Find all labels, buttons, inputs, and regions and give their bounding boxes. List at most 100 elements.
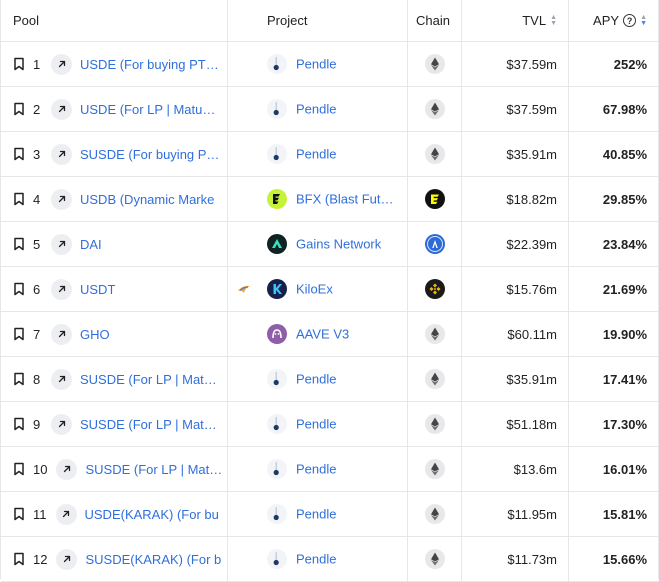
pool-name-link[interactable]: SUSDE (For LP | Mat… [80, 372, 227, 387]
bookmark-icon[interactable] [13, 57, 33, 71]
arbitrum-chain-icon[interactable] [424, 234, 445, 254]
column-header-apy[interactable]: APY ? ▲ ▼ [568, 0, 659, 41]
ethereum-chain-icon[interactable] [424, 549, 445, 569]
table-row[interactable]: 1 USDE (For buying PT… Pendle $37.59m 252% [1, 42, 659, 87]
arrow-up-right-icon[interactable] [51, 368, 72, 390]
rank-number: 6 [33, 281, 41, 297]
sort-icon[interactable]: ▲ ▼ [550, 14, 557, 27]
tvl-cell: $35.91m [461, 357, 568, 401]
column-header-tvl-label[interactable]: TVL [522, 13, 546, 28]
ethereum-chain-icon[interactable] [424, 144, 445, 164]
tvl-cell: $11.73m [461, 537, 568, 581]
ethereum-chain-icon[interactable] [424, 504, 445, 524]
table-header: Pool Project Chain TVL ▲ ▼ APY ? ▲ ▼ [1, 0, 659, 42]
bookmark-icon[interactable] [13, 192, 33, 206]
ethereum-chain-icon[interactable] [424, 459, 445, 479]
project-name-link[interactable]: BFX (Blast Fut… [296, 192, 394, 207]
table-row[interactable]: 7 GHO AAVE V3 $60.11m 19.90% [1, 312, 659, 357]
bookmark-icon[interactable] [13, 507, 33, 521]
aave-logo-icon [267, 324, 287, 344]
apy-cell: 21.69% [568, 267, 659, 311]
arrow-up-right-icon[interactable] [51, 323, 72, 345]
pool-name-link[interactable]: GHO [80, 327, 227, 342]
arrow-up-right-icon[interactable] [51, 53, 72, 75]
bookmark-icon[interactable] [13, 147, 33, 161]
table-row[interactable]: 9 SUSDE (For LP | Mat… Pendle $51.18m 17.30% [1, 402, 659, 447]
arrow-up-right-icon[interactable] [56, 548, 78, 570]
project-name-link[interactable]: Gains Network [296, 237, 381, 252]
table-row[interactable]: 5 DAI Gains Network $22.39m 23.84% [1, 222, 659, 267]
bookmark-icon[interactable] [13, 552, 33, 566]
pool-name-link[interactable]: USDT [80, 282, 227, 297]
project-name-link[interactable]: Pendle [296, 552, 336, 567]
arrow-up-right-icon[interactable] [51, 188, 72, 210]
arrow-up-right-icon[interactable] [51, 143, 72, 165]
chain-cell [407, 537, 461, 581]
ethereum-chain-icon[interactable] [424, 324, 445, 344]
tvl-cell: $37.59m [461, 42, 568, 86]
table-row[interactable]: 12 SUSDE(KARAK) (For b Pendle $11.73m 15.66% [1, 537, 659, 582]
bookmark-icon[interactable] [13, 282, 33, 296]
pool-name-link[interactable]: SUSDE (For buying P… [80, 147, 227, 162]
arrow-up-right-icon[interactable] [55, 503, 77, 525]
table-row[interactable]: 6 USDT KiloEx $15.76m 21.69% [1, 267, 659, 312]
ethereum-chain-icon[interactable] [424, 99, 445, 119]
ethereum-chain-icon[interactable] [424, 414, 445, 434]
pendle-logo-icon [267, 144, 287, 164]
arrow-up-right-icon[interactable] [51, 98, 72, 120]
project-name-link[interactable]: Pendle [296, 417, 336, 432]
chain-cell [407, 357, 461, 401]
table-row[interactable]: 4 USDB (Dynamic Marke BFX (Blast Fut… $18.8… [1, 177, 659, 222]
blast-chain-icon[interactable] [424, 189, 445, 209]
project-cell: BFX (Blast Fut… [227, 177, 407, 221]
bookmark-icon[interactable] [13, 417, 33, 431]
pool-name-link[interactable]: USDB (Dynamic Marke [80, 192, 227, 207]
apy-value: 23.84% [602, 236, 647, 252]
sort-icon[interactable]: ▲ ▼ [640, 14, 647, 27]
project-name-link[interactable]: Pendle [296, 57, 336, 72]
bookmark-icon[interactable] [13, 327, 33, 341]
table-row[interactable]: 3 SUSDE (For buying P… Pendle $35.91m 40.85% [1, 132, 659, 177]
pool-name-link[interactable]: SUSDE (For LP | Mat… [80, 417, 227, 432]
ethereum-chain-icon[interactable] [424, 369, 445, 389]
project-name-link[interactable]: Pendle [296, 462, 336, 477]
bookmark-icon[interactable] [13, 372, 33, 386]
chain-cell [407, 492, 461, 536]
table-row[interactable]: 2 USDE (For LP | Matu… Pendle $37.59m 67.98% [1, 87, 659, 132]
project-name-link[interactable]: Pendle [296, 507, 336, 522]
apy-value: 40.85% [602, 146, 647, 162]
table-row[interactable]: 10 SUSDE (For LP | Mat… Pendle $13.6m 16.01% [1, 447, 659, 492]
arrow-up-right-icon[interactable] [51, 413, 72, 435]
bookmark-icon[interactable] [13, 462, 33, 476]
project-name-link[interactable]: AAVE V3 [296, 327, 349, 342]
table-row[interactable]: 8 SUSDE (For LP | Mat… Pendle $35.91m 17.41% [1, 357, 659, 402]
pool-name-link[interactable]: SUSDE(KARAK) (For b [85, 552, 227, 567]
column-header-apy-label[interactable]: APY [593, 13, 619, 28]
pool-name-link[interactable]: USDE(KARAK) (For bu [85, 507, 228, 522]
bsc-chain-icon[interactable] [424, 279, 445, 299]
project-name-link[interactable]: Pendle [296, 102, 336, 117]
pendle-logo-icon [267, 54, 287, 74]
project-name-link[interactable]: KiloEx [296, 282, 333, 297]
pool-name-link[interactable]: DAI [80, 237, 227, 252]
apy-cell: 15.81% [568, 492, 659, 536]
pool-name-link[interactable]: USDE (For buying PT… [80, 57, 227, 72]
table-row[interactable]: 11 USDE(KARAK) (For bu Pendle $11.95m 15.81% [1, 492, 659, 537]
apy-cell: 16.01% [568, 447, 659, 491]
pool-name-link[interactable]: USDE (For LP | Matu… [80, 102, 227, 117]
arrow-up-right-icon[interactable] [56, 458, 78, 480]
arrow-up-right-icon[interactable] [51, 278, 72, 300]
pool-name-link[interactable]: SUSDE (For LP | Mat… [85, 462, 227, 477]
column-header-tvl[interactable]: TVL ▲ ▼ [461, 0, 568, 41]
bookmark-icon[interactable] [13, 102, 33, 116]
apy-cell: 15.66% [568, 537, 659, 581]
tvl-value: $13.6m [513, 461, 557, 477]
ethereum-chain-icon[interactable] [424, 54, 445, 74]
chain-cell [407, 267, 461, 311]
apy-value: 15.81% [602, 506, 647, 522]
project-name-link[interactable]: Pendle [296, 372, 336, 387]
project-name-link[interactable]: Pendle [296, 147, 336, 162]
bookmark-icon[interactable] [13, 237, 33, 251]
arrow-up-right-icon[interactable] [51, 233, 72, 255]
question-circle-icon[interactable]: ? [623, 14, 637, 27]
